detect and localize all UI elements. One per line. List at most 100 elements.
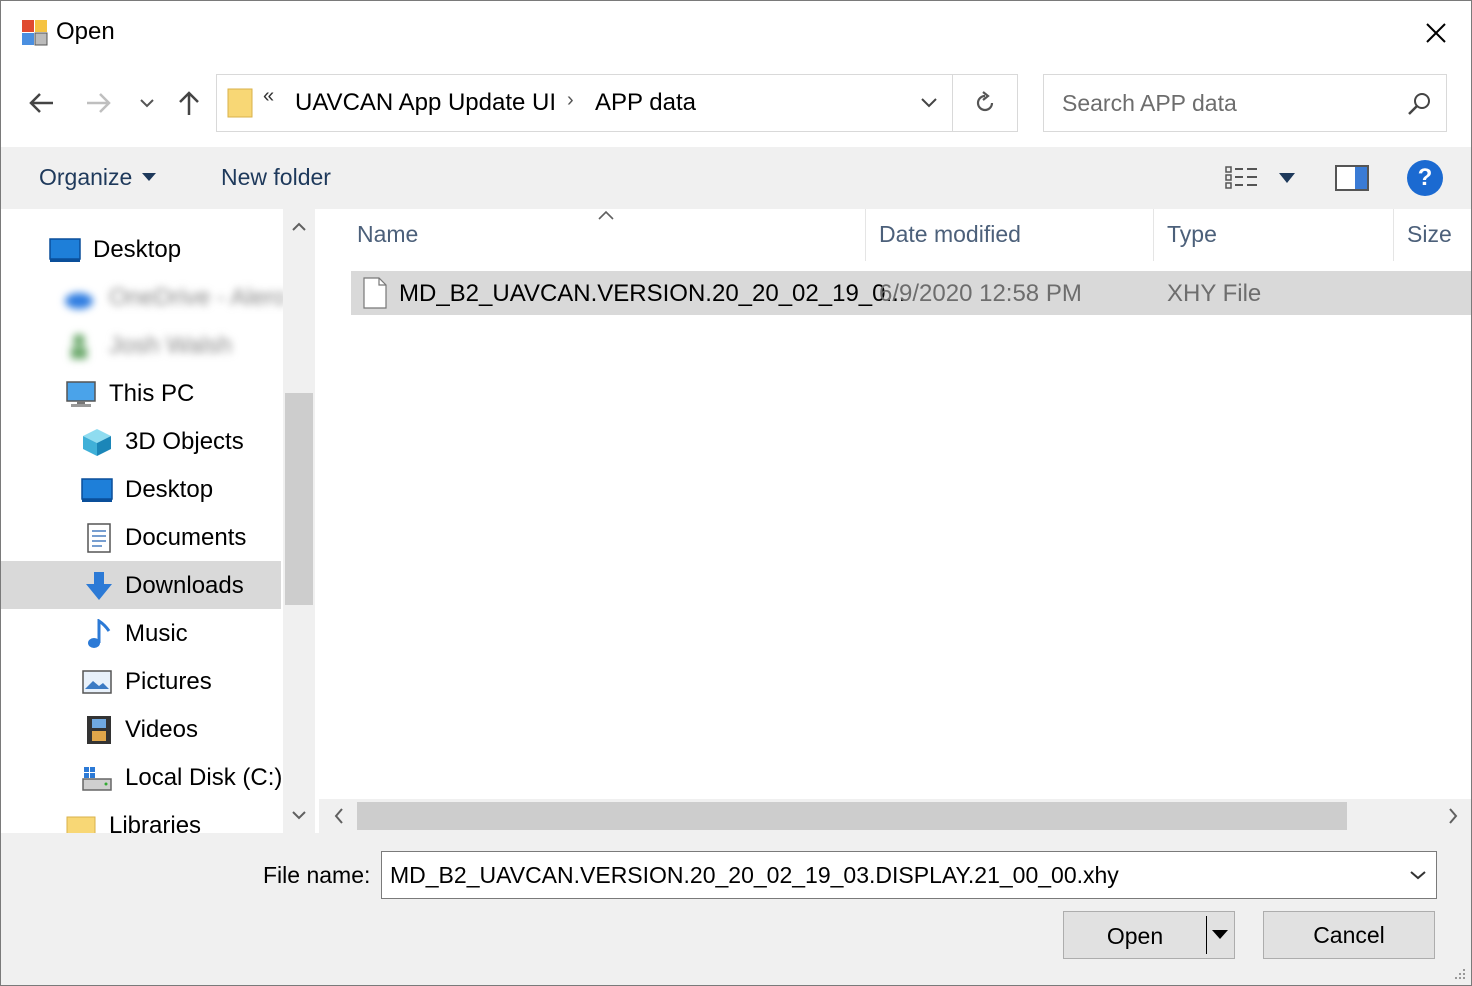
chevron-down-icon [1410,871,1426,880]
download-icon [86,572,112,600]
scrollbar-thumb[interactable] [357,802,1347,830]
desktop-icon [49,238,81,262]
file-list-horizontal-scrollbar[interactable] [319,799,1471,833]
recent-locations-button[interactable] [129,83,165,123]
sidebar-item-pictures[interactable]: Pictures [1,657,281,705]
sidebar-item-label: This PC [109,380,195,407]
search-icon[interactable] [1404,89,1434,119]
sidebar-item-downloads[interactable]: Downloads [1,561,281,609]
organize-button[interactable]: Organize [39,164,157,191]
column-divider[interactable] [1153,209,1154,261]
arrow-up-icon [179,91,199,115]
sidebar-item-label: Desktop [93,236,182,263]
column-header-name[interactable]: Name [357,221,418,248]
file-type: XHY File [1167,280,1262,307]
navigation-pane: Desktop OneDrive - Alero Josh Walsh This… [1,209,283,833]
sidebar-item-libraries[interactable]: Libraries [1,801,281,833]
scroll-right-arrow[interactable] [1439,802,1467,830]
sidebar-item-onedrive[interactable]: OneDrive - Alero [1,273,283,321]
column-divider[interactable] [865,209,866,261]
folder-icon [227,88,253,118]
file-name-dropdown-button[interactable] [1404,862,1432,888]
sidebar-item-user[interactable]: Josh Walsh [1,321,281,369]
desktop-icon [81,478,113,502]
onedrive-icon [65,293,93,309]
breadcrumb-uavcan[interactable]: UAVCAN App Update UI [295,89,556,117]
details-view-icon [1225,166,1257,189]
sidebar-item-desktop-quick[interactable]: Desktop [1,225,281,273]
scroll-down-arrow[interactable] [285,801,313,829]
scroll-left-arrow[interactable] [325,802,353,830]
arrow-left-icon [29,93,53,113]
forward-button[interactable] [79,83,119,123]
pc-icon [66,381,96,407]
scroll-up-arrow[interactable] [285,213,313,241]
chevron-down-icon [292,811,306,820]
close-button[interactable] [1401,1,1471,65]
file-name: MD_B2_UAVCAN.VERSION.20_20_02_19_0... [399,280,906,307]
documents-icon [87,523,111,553]
column-header-date-modified[interactable]: Date modified [879,221,1021,248]
chevron-right-icon [1449,808,1458,824]
new-folder-button[interactable]: New folder [221,164,331,191]
file-name-input[interactable]: MD_B2_UAVCAN.VERSION.20_20_02_19_03.DISP… [381,851,1437,899]
libraries-icon [66,816,96,833]
breadcrumb-separator[interactable]: › [567,89,574,112]
sidebar-item-3d-objects[interactable]: 3D Objects [1,417,281,465]
search-box[interactable]: Search APP data [1043,74,1447,132]
sidebar-item-label: Documents [125,524,247,551]
file-row[interactable]: MD_B2_UAVCAN.VERSION.20_20_02_19_0... 6/… [351,271,1471,315]
disk-icon [82,767,112,791]
chevron-left-icon [334,808,343,824]
sidebar-item-label: Libraries [109,812,202,833]
videos-icon [87,716,111,744]
open-file-dialog: Open « UAVCAN App Update UI › APP data S… [0,0,1472,986]
open-button[interactable]: Open [1063,911,1235,959]
chevron-down-icon [921,98,937,108]
sidebar-item-label: Local Disk (C:) [125,764,283,791]
file-name-value: MD_B2_UAVCAN.VERSION.20_20_02_19_03.DISP… [390,862,1119,888]
sidebar-item-label: Videos [125,716,198,743]
caret-down-icon [142,172,157,181]
sidebar-item-this-pc[interactable]: This PC [1,369,281,417]
breadcrumb-app-data[interactable]: APP data [595,89,696,117]
sidebar-item-local-disk[interactable]: Local Disk (C:) [1,753,283,801]
sidebar-item-label: 3D Objects [125,428,244,455]
dialog-footer: File name: MD_B2_UAVCAN.VERSION.20_20_02… [1,833,1471,985]
file-date-modified: 6/9/2020 12:58 PM [879,280,1082,307]
help-button[interactable]: ? [1407,160,1443,196]
preview-pane-icon[interactable] [1333,162,1373,194]
app-icon [22,20,48,46]
caret-down-icon [1279,173,1295,183]
organize-label: Organize [39,164,133,190]
column-header-type[interactable]: Type [1167,221,1217,248]
open-button-label: Open [1106,923,1164,949]
address-dropdown-button[interactable] [905,75,953,131]
sidebar-item-label: Pictures [125,668,212,695]
scrollbar-thumb[interactable] [285,393,313,605]
chevron-down-icon [140,99,154,108]
resize-grip-icon[interactable] [1451,965,1467,981]
up-button[interactable] [169,83,209,123]
navigation-pane-scrollbar[interactable] [283,209,315,833]
sidebar-item-documents[interactable]: Documents [1,513,281,561]
cube-icon [83,429,111,456]
back-button[interactable] [21,83,61,123]
sidebar-item-videos[interactable]: Videos [1,705,281,753]
pictures-icon [82,670,112,694]
sidebar-item-music[interactable]: Music [1,609,281,657]
caret-down-icon[interactable] [1212,930,1228,939]
refresh-button[interactable] [953,75,1017,131]
title-bar: Open [1,1,1471,65]
cancel-button[interactable]: Cancel [1263,911,1435,959]
column-divider[interactable] [1393,209,1394,261]
user-icon [71,334,87,359]
navigation-bar: « UAVCAN App Update UI › APP data Search… [1,65,1471,147]
sidebar-item-label: Desktop [125,476,214,503]
address-bar[interactable]: « UAVCAN App Update UI › APP data [216,74,1018,132]
sidebar-item-label: Downloads [125,572,244,599]
overflow-chevron[interactable]: « [263,85,274,108]
column-header-size[interactable]: Size [1407,221,1452,248]
change-view-button[interactable] [1223,160,1303,196]
sidebar-item-desktop[interactable]: Desktop [1,465,281,513]
